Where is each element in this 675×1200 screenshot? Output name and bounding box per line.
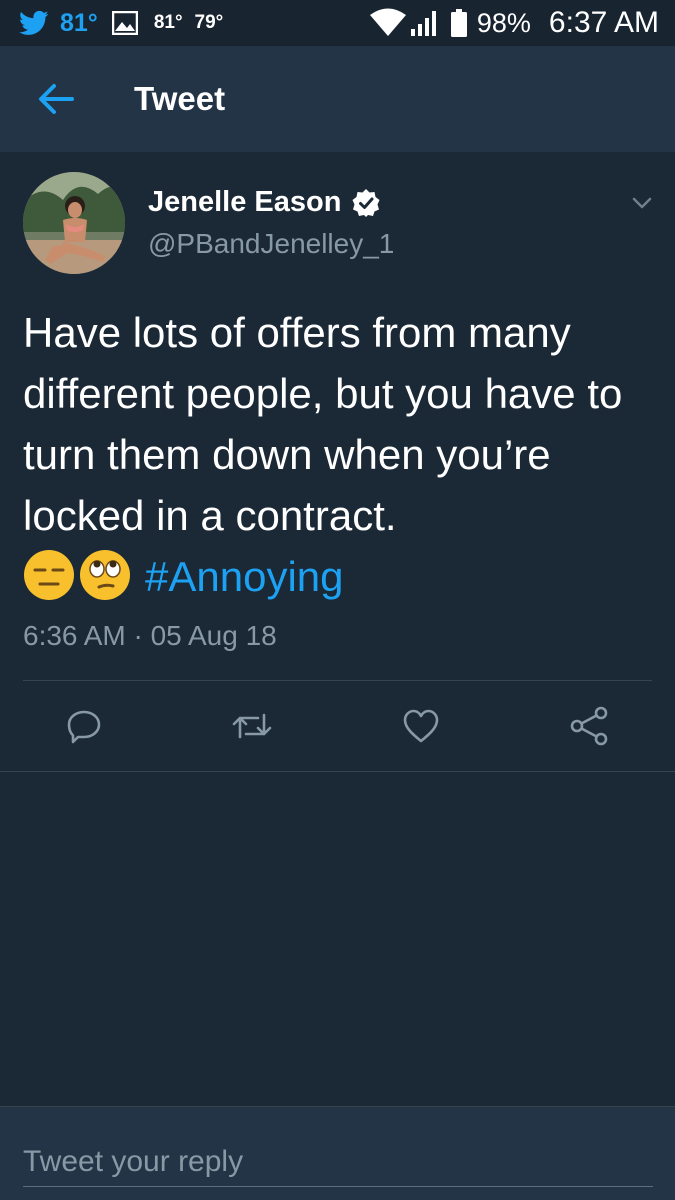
temperature-a: 81° (153, 12, 183, 33)
wifi-icon (369, 8, 406, 36)
reply-button[interactable] (56, 698, 112, 754)
like-button[interactable] (393, 698, 449, 754)
battery-icon (450, 9, 467, 37)
temperature-b: 79° (194, 12, 224, 33)
tweet-timestamp: 6:36 AM · 05 Aug 18 (23, 620, 277, 651)
like-icon (403, 709, 439, 743)
tweet-body: Have lots of offers from many different … (23, 302, 663, 607)
reply-input[interactable] (23, 1137, 653, 1187)
reply-composer (0, 1106, 675, 1200)
status-bar: 81° 81° 79° 98% 6:37 AM (0, 0, 675, 46)
tweet-card: Jenelle Eason @PBandJenelley_1 Have lots… (0, 152, 675, 772)
retweet-icon (232, 713, 272, 739)
back-button[interactable] (26, 69, 86, 129)
chevron-down-icon[interactable] (629, 190, 655, 216)
tweet-text: Have lots of offers from many different … (23, 309, 623, 539)
share-icon (570, 706, 608, 746)
clock: 6:37 AM (548, 6, 659, 39)
hashtag-link[interactable]: #Annoying (145, 553, 344, 600)
action-bar (0, 698, 675, 754)
page-title: Tweet (134, 80, 226, 117)
arrow-left-icon (39, 84, 74, 114)
app-header: Tweet (0, 46, 675, 152)
verified-badge-icon (352, 188, 380, 217)
reply-icon (67, 710, 101, 744)
author-handle[interactable]: @PBandJenelley_1 (148, 228, 394, 260)
share-button[interactable] (561, 698, 617, 754)
avatar[interactable] (23, 172, 125, 274)
eye-roll-face-icon (80, 550, 130, 600)
expressionless-face-icon (24, 550, 74, 600)
battery-percent: 98% (476, 7, 531, 38)
divider (23, 680, 652, 681)
author-name[interactable]: Jenelle Eason (148, 186, 341, 219)
signal-icon (410, 11, 436, 36)
avatar-photo (23, 172, 125, 274)
twitter-bird-icon (19, 10, 49, 35)
image-icon (111, 11, 138, 35)
temperature-main: 81° (60, 8, 98, 37)
retweet-button[interactable] (224, 698, 280, 754)
